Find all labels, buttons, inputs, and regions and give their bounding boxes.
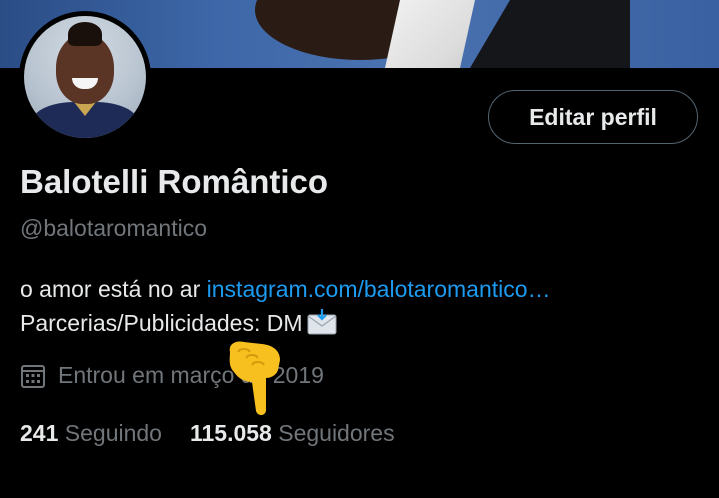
edit-profile-button[interactable]: Editar perfil (488, 90, 698, 144)
following-stat[interactable]: 241 Seguindo (20, 420, 162, 447)
display-name: Balotelli Romântico (20, 163, 329, 200)
bio-line-1: o amor está no ar instagram.com/balotaro… (20, 272, 710, 306)
following-count: 241 (20, 420, 59, 446)
bio-link[interactable]: instagram.com/balotaromantico… (207, 276, 551, 302)
username-handle: @balotaromantico (20, 215, 207, 241)
profile-bio: o amor está no ar instagram.com/balotaro… (20, 272, 710, 340)
bio-line-2: Parcerias/Publicidades: DM (20, 306, 710, 340)
incoming-envelope-icon (307, 308, 337, 335)
bio-text: o amor está no ar (20, 276, 207, 302)
followers-count: 115.058 (189, 420, 272, 446)
following-label: Seguindo (64, 420, 162, 446)
bio-partnerships-text: Parcerias/Publicidades: DM (20, 310, 303, 336)
pointing-down-hand-icon (229, 341, 280, 416)
follow-stats: 241 Seguindo 115.058 Seguidores (20, 420, 423, 447)
calendar-icon (21, 364, 45, 388)
followers-label: Seguidores (278, 420, 395, 446)
avatar[interactable] (19, 11, 151, 143)
avatar-photo (24, 16, 146, 138)
followers-stat[interactable]: 115.058 Seguidores (190, 420, 395, 447)
